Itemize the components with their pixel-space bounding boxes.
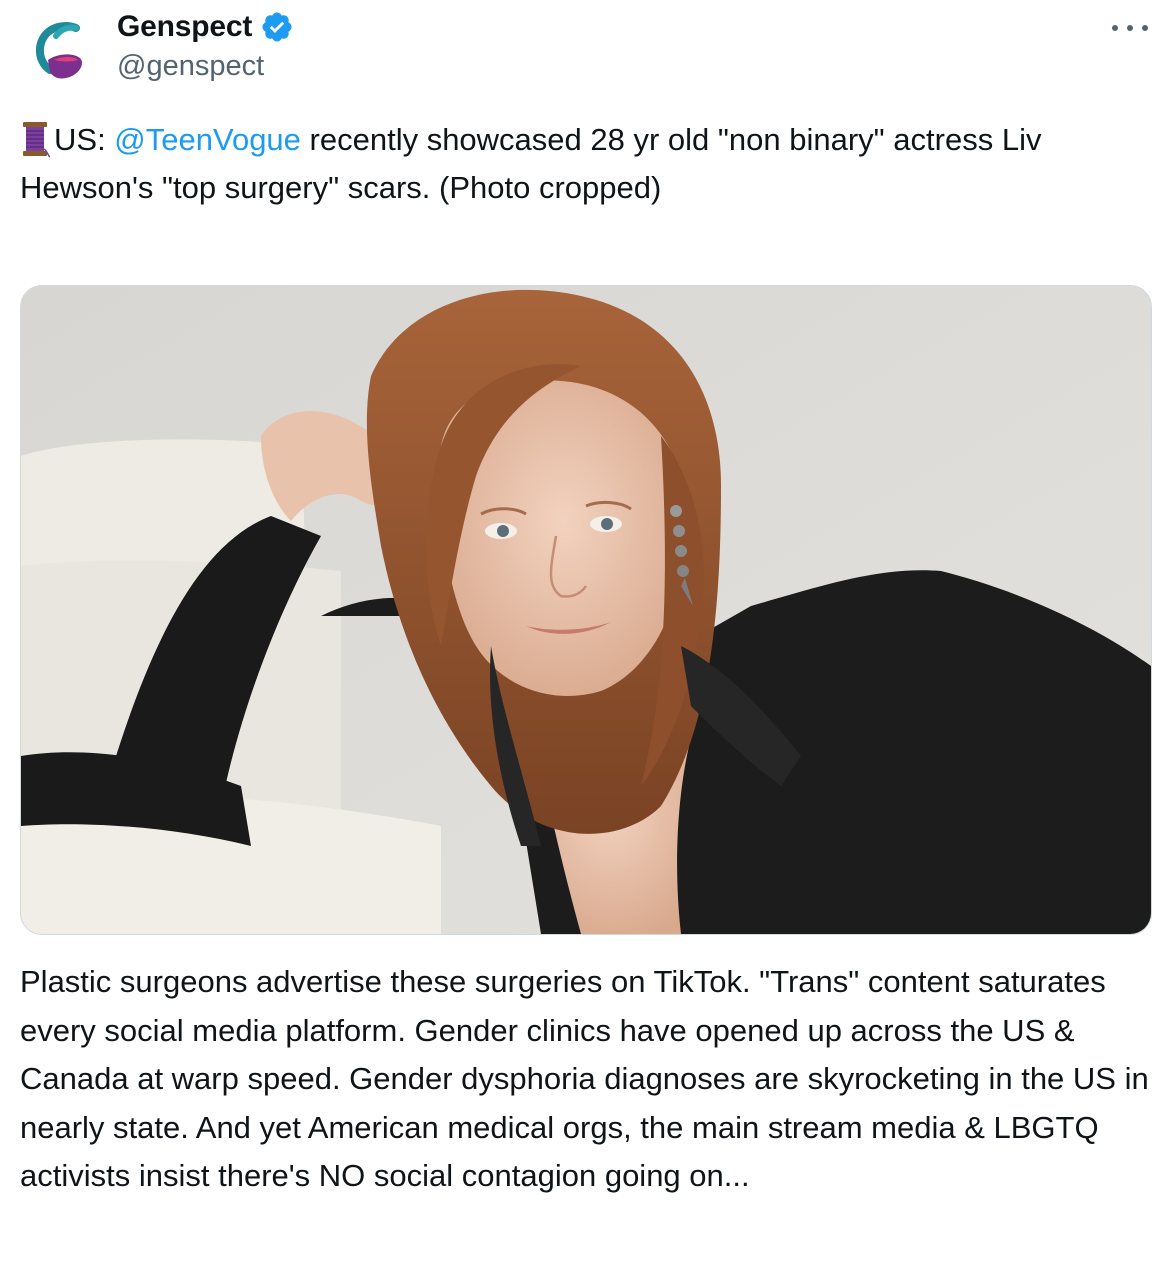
more-dot: [1112, 25, 1118, 31]
author-name-row[interactable]: Genspect: [117, 10, 294, 44]
more-dot: [1127, 25, 1133, 31]
tweet-text: US: @TeenVogue recently showcased 28 yr …: [20, 116, 1150, 212]
more-options-icon[interactable]: [1112, 18, 1148, 38]
more-dot: [1142, 25, 1148, 31]
tweet-prefix: US:: [54, 122, 115, 157]
thread-spool-icon: [23, 122, 50, 158]
author-avatar[interactable]: [20, 10, 104, 94]
tweet-photo[interactable]: [20, 285, 1152, 935]
tweet-text-paragraph-2: Plastic surgeons advertise these surgeri…: [20, 964, 1149, 1193]
author-display-name[interactable]: Genspect: [117, 10, 252, 44]
tweet-card: Genspect @genspect US: @TeenVogue recent…: [0, 0, 1170, 1262]
photo-image: [21, 286, 1151, 934]
verified-badge-icon: [262, 12, 292, 42]
genspect-logo-icon: [20, 10, 104, 94]
author-handle[interactable]: @genspect: [117, 50, 264, 83]
mention-link[interactable]: @TeenVogue: [114, 122, 301, 157]
